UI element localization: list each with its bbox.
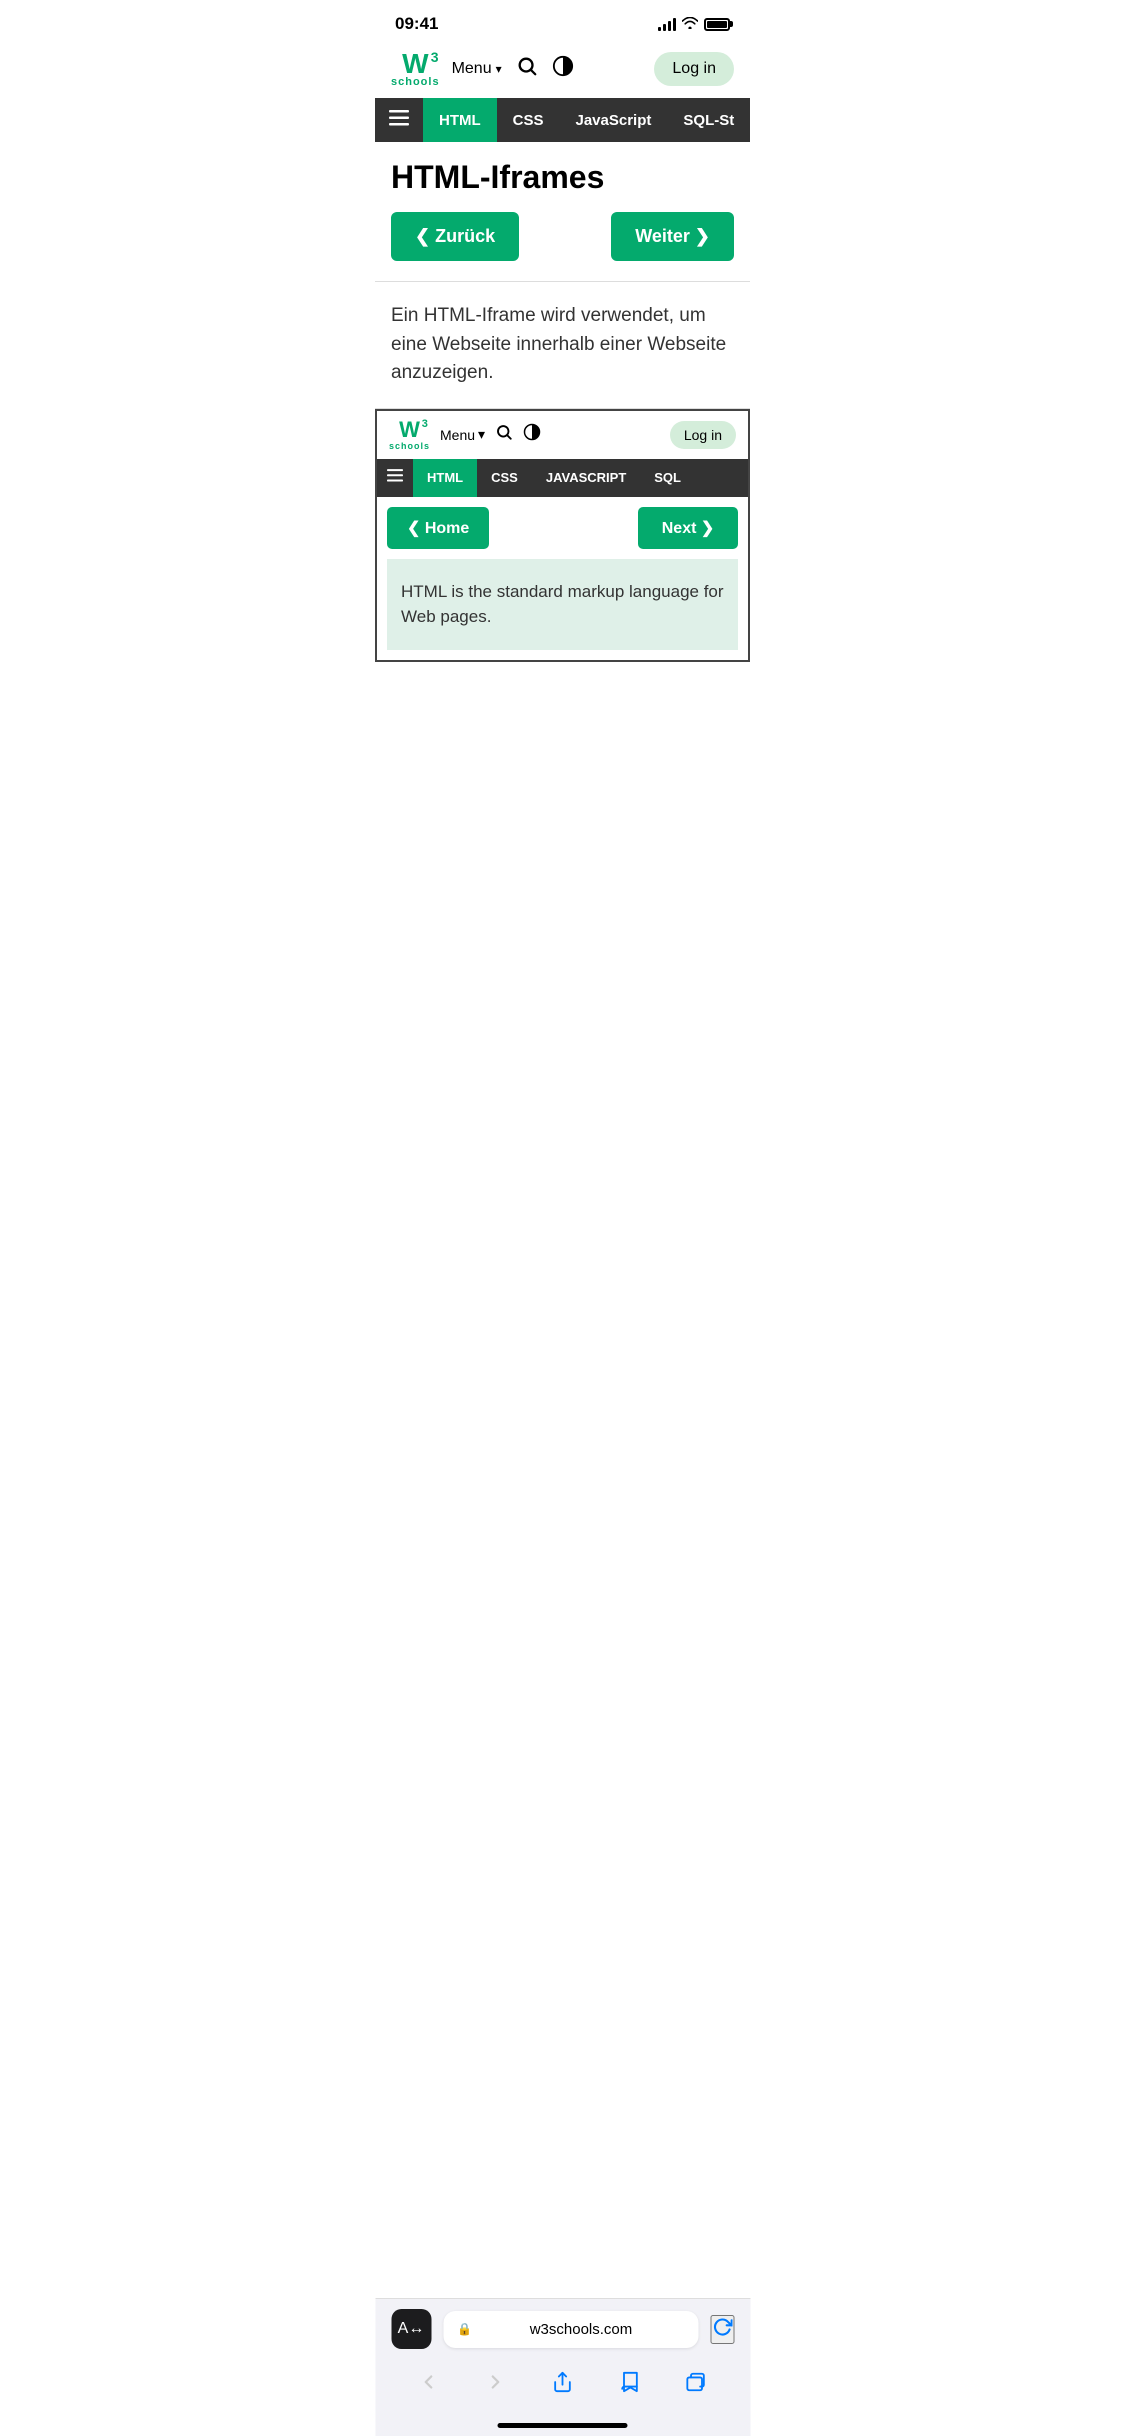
chevron-down-icon: ▾ bbox=[496, 62, 502, 76]
browser-bar: A↔ 🔒 w3schools.com bbox=[375, 2298, 750, 2436]
logo-w: W3 bbox=[402, 50, 428, 78]
status-icons bbox=[658, 16, 730, 32]
iframe-next-button[interactable]: Next ❯ bbox=[638, 507, 738, 549]
iframe-tabs: HTML CSS JAVASCRIPT SQL bbox=[413, 459, 695, 497]
iframe-back-button[interactable]: ❮ Home bbox=[387, 507, 489, 549]
iframe-tab-css[interactable]: CSS bbox=[477, 459, 532, 497]
status-bar: 09:41 bbox=[375, 0, 750, 40]
forward-nav-button[interactable] bbox=[477, 2367, 515, 2403]
iframe-logo-schools: schools bbox=[389, 441, 430, 451]
iframe-w3schools-logo: W3 schools bbox=[389, 419, 430, 451]
status-time: 09:41 bbox=[395, 14, 438, 34]
iframe-contrast-icon[interactable] bbox=[523, 423, 541, 446]
iframe-logo-w: W3 bbox=[399, 419, 420, 441]
nav-tab-html[interactable]: HTML bbox=[423, 98, 497, 142]
iframe-search-icon[interactable] bbox=[495, 423, 513, 446]
wifi-icon bbox=[682, 16, 698, 32]
iframe-hamburger-icon[interactable] bbox=[377, 469, 413, 487]
main-header: W3 schools Menu ▾ Log in bbox=[375, 40, 750, 98]
back-button[interactable]: ❮ Zurück bbox=[391, 212, 519, 261]
refresh-button[interactable] bbox=[710, 2315, 734, 2344]
search-icon[interactable] bbox=[516, 55, 538, 83]
iframe-nav-row: Menu ▾ bbox=[440, 423, 660, 446]
bookmarks-button[interactable] bbox=[611, 2367, 649, 2403]
description-text: Ein HTML-Iframe wird verwendet, um eine … bbox=[391, 282, 734, 408]
iframe-nav-bar: HTML CSS JAVASCRIPT SQL bbox=[377, 459, 748, 497]
signal-icon bbox=[658, 17, 676, 31]
iframe-menu-button[interactable]: Menu ▾ bbox=[440, 426, 485, 443]
page-content: HTML-Iframes ❮ Zurück Weiter ❯ Ein HTML-… bbox=[375, 142, 750, 409]
nav-tab-javascript[interactable]: JavaScript bbox=[560, 98, 668, 142]
iframe-chevron-icon: ▾ bbox=[478, 426, 485, 443]
iframe-tab-html[interactable]: HTML bbox=[413, 459, 477, 497]
nav-tab-sql[interactable]: SQL-St bbox=[667, 98, 750, 142]
iframe-tab-sql[interactable]: SQL bbox=[640, 459, 695, 497]
battery-icon bbox=[704, 18, 730, 31]
home-indicator bbox=[498, 2423, 628, 2428]
iframe-content-text: HTML is the standard markup language for… bbox=[401, 579, 724, 630]
back-nav-button[interactable] bbox=[410, 2367, 448, 2403]
nav-tab-css[interactable]: CSS bbox=[497, 98, 560, 142]
nav-buttons: ❮ Zurück Weiter ❯ bbox=[391, 212, 734, 261]
iframe-nav-buttons: ❮ Home Next ❯ bbox=[377, 497, 748, 559]
iframe-tab-javascript[interactable]: JAVASCRIPT bbox=[532, 459, 640, 497]
browser-address-bar: A↔ 🔒 w3schools.com bbox=[375, 2299, 750, 2359]
page-title: HTML-Iframes bbox=[391, 158, 734, 196]
nav-bar: HTML CSS JavaScript SQL-St bbox=[375, 98, 750, 142]
nav-tabs: HTML CSS JavaScript SQL-St bbox=[423, 98, 750, 142]
lock-icon: 🔒 bbox=[457, 2322, 472, 2336]
iframe-login-button[interactable]: Log in bbox=[670, 421, 736, 449]
translate-icon: A↔ bbox=[398, 2320, 425, 2338]
share-button[interactable] bbox=[544, 2367, 582, 2403]
w3schools-logo[interactable]: W3 schools bbox=[391, 50, 440, 88]
contrast-icon[interactable] bbox=[552, 55, 574, 83]
iframe-container: W3 schools Menu ▾ Log in bbox=[375, 409, 750, 662]
translate-button[interactable]: A↔ bbox=[391, 2309, 431, 2349]
iframe-content-area: HTML is the standard markup language for… bbox=[387, 559, 738, 650]
iframe-header: W3 schools Menu ▾ Log in bbox=[377, 411, 748, 459]
tabs-button[interactable] bbox=[678, 2367, 716, 2403]
menu-button[interactable]: Menu ▾ bbox=[452, 60, 502, 78]
address-bar[interactable]: 🔒 w3schools.com bbox=[443, 2311, 698, 2348]
browser-toolbar bbox=[375, 2359, 750, 2423]
header-nav: Menu ▾ bbox=[452, 55, 643, 83]
hamburger-icon[interactable] bbox=[375, 110, 423, 131]
login-button[interactable]: Log in bbox=[654, 52, 734, 86]
next-button[interactable]: Weiter ❯ bbox=[611, 212, 734, 261]
address-text: w3schools.com bbox=[478, 2321, 684, 2338]
